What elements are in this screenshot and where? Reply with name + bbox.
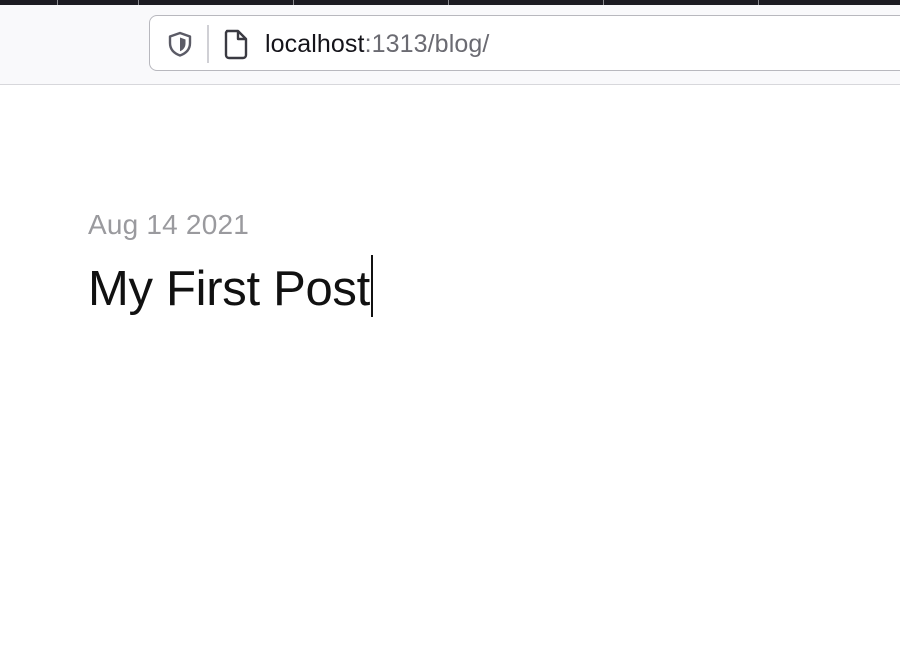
address-bar-separator [207, 25, 209, 63]
address-bar[interactable]: localhost:1313/blog/ [149, 15, 900, 71]
post-date: Aug 14 2021 [88, 209, 250, 240]
text-cursor [370, 255, 373, 317]
post-title-link[interactable]: My First Post [88, 262, 370, 316]
post-list-item: Aug 14 2021 My First Post [88, 205, 373, 317]
shield-icon[interactable] [166, 30, 194, 58]
browser-toolbar: localhost:1313/blog/ [0, 5, 900, 85]
post-title-row: My First Post [88, 255, 373, 317]
page-icon[interactable] [222, 28, 250, 60]
url-path: :1313/blog/ [364, 30, 490, 58]
url-text[interactable]: localhost:1313/blog/ [265, 29, 489, 59]
url-host: localhost [265, 30, 365, 58]
